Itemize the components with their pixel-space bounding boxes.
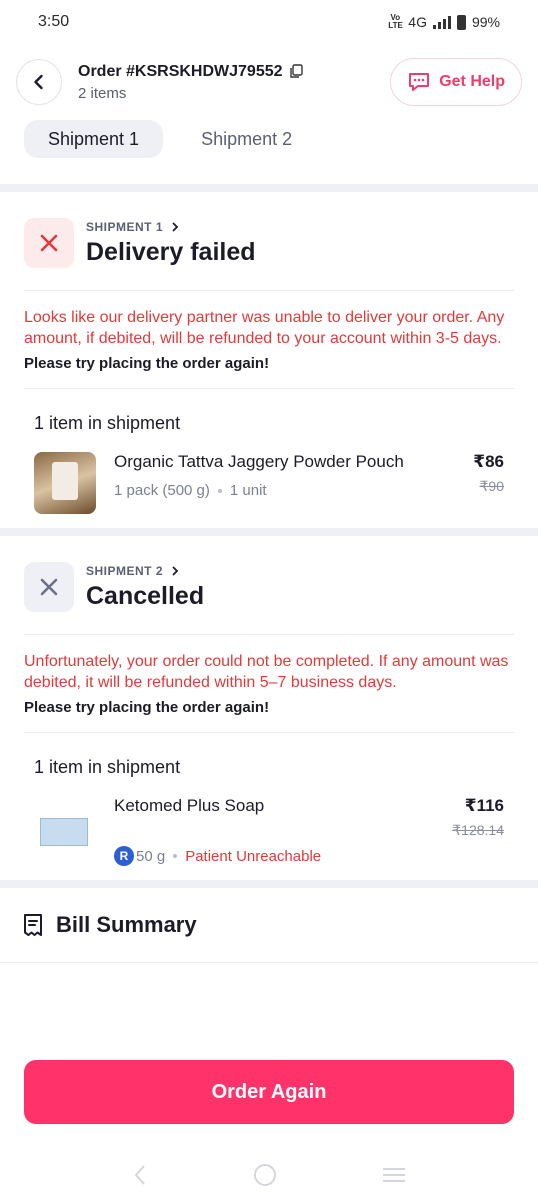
items-heading: 1 item in shipment bbox=[34, 757, 181, 777]
retry-message: Please try placing the order again! bbox=[24, 355, 270, 372]
tab-shipment-2[interactable]: Shipment 2 bbox=[177, 120, 316, 158]
status-indicators: Vo LTE 4G 99% bbox=[388, 13, 500, 31]
order-id-row: Order #KSRSKHDWJ79552 bbox=[78, 63, 390, 81]
status-bar: 3:50 Vo LTE 4G 99% bbox=[0, 0, 538, 44]
product-name: Ketomed Plus Soap bbox=[114, 796, 265, 815]
cancel-message: Unfortunately, your order could not be c… bbox=[24, 653, 509, 691]
product-details: Organic Tattva Jaggery Powder Pouch 1 pa… bbox=[114, 452, 473, 514]
product-meta: R 50 g Patient Unreachable bbox=[114, 846, 452, 866]
battery-icon bbox=[456, 14, 466, 30]
cancel-reason: Patient Unreachable bbox=[185, 847, 322, 865]
status-icon-box bbox=[24, 218, 74, 268]
list-item[interactable]: Ketomed Plus Soap R 50 g Patient Unreach… bbox=[24, 778, 514, 880]
price-column: ₹86 ₹90 bbox=[473, 452, 504, 514]
chevron-right-icon bbox=[172, 565, 179, 576]
product-mrp: ₹90 bbox=[479, 478, 504, 494]
product-price: ₹86 bbox=[473, 452, 504, 471]
separator-dot bbox=[173, 854, 178, 858]
product-pack: 1 pack (500 g) bbox=[114, 482, 210, 499]
product-name: Organic Tattva Jaggery Powder Pouch bbox=[114, 452, 404, 471]
bill-summary-label: Bill Summary bbox=[56, 912, 197, 937]
shipment-label-text: SHIPMENT 1 bbox=[86, 219, 164, 234]
shipment-message: Unfortunately, your order could not be c… bbox=[24, 635, 514, 733]
order-header: Order #KSRSKHDWJ79552 2 items Get Help bbox=[0, 44, 538, 120]
shipment-label-text: SHIPMENT 2 bbox=[86, 563, 164, 578]
order-item-count: 2 items bbox=[78, 84, 127, 102]
shipment-card-1: SHIPMENT 1 Delivery failed Looks like ou… bbox=[0, 192, 538, 528]
product-details: Ketomed Plus Soap R 50 g Patient Unreach… bbox=[114, 796, 452, 866]
nav-menu-icon[interactable] bbox=[382, 1165, 406, 1185]
tab-shipment-1[interactable]: Shipment 1 bbox=[24, 120, 164, 158]
section-divider bbox=[0, 184, 538, 192]
product-mrp: ₹128.14 bbox=[452, 822, 504, 838]
rx-icon: R bbox=[114, 846, 134, 866]
shipment-status: Delivery failed bbox=[86, 237, 256, 266]
items-heading: 1 item in shipment bbox=[34, 413, 181, 433]
shipment-header[interactable]: SHIPMENT 1 Delivery failed bbox=[24, 192, 514, 291]
shipment-tabs: Shipment 1 Shipment 2 bbox=[0, 120, 538, 184]
battery-level: 99% bbox=[471, 14, 500, 30]
status-time: 3:50 bbox=[38, 13, 70, 30]
list-item[interactable]: Organic Tattva Jaggery Powder Pouch 1 pa… bbox=[24, 434, 514, 528]
bill-summary-section[interactable]: Bill Summary bbox=[0, 888, 538, 963]
price-column: ₹116 ₹128.14 bbox=[452, 796, 504, 866]
chevron-right-icon bbox=[172, 221, 179, 232]
signal-icon bbox=[432, 15, 451, 29]
product-image bbox=[34, 796, 96, 858]
chat-icon bbox=[409, 73, 430, 91]
order-again-button[interactable]: Order Again bbox=[24, 1060, 514, 1124]
nav-back-icon[interactable] bbox=[132, 1164, 148, 1186]
status-icon-box bbox=[24, 562, 74, 612]
shipment-titles: SHIPMENT 1 Delivery failed bbox=[86, 220, 256, 267]
close-icon bbox=[40, 578, 58, 596]
section-divider bbox=[0, 880, 538, 888]
shipment-titles: SHIPMENT 2 Cancelled bbox=[86, 564, 204, 611]
shipment-header[interactable]: SHIPMENT 2 Cancelled bbox=[24, 536, 514, 635]
network-type: 4G bbox=[408, 14, 427, 30]
get-help-label: Get Help bbox=[439, 73, 505, 90]
failure-message: Looks like our delivery partner was unab… bbox=[24, 309, 505, 347]
order-id: Order #KSRSKHDWJ79552 bbox=[78, 62, 283, 80]
nav-home-icon[interactable] bbox=[253, 1163, 277, 1187]
shipment-card-2: SHIPMENT 2 Cancelled Unfortunately, your… bbox=[0, 536, 538, 880]
product-price: ₹116 bbox=[464, 796, 504, 815]
product-qty: 1 unit bbox=[229, 482, 267, 499]
product-meta: 1 pack (500 g) 1 unit bbox=[114, 482, 473, 499]
product-image bbox=[34, 452, 96, 514]
get-help-button[interactable]: Get Help bbox=[390, 58, 522, 106]
shipment-label: SHIPMENT 2 bbox=[86, 564, 204, 578]
close-icon bbox=[40, 234, 58, 252]
order-info: Order #KSRSKHDWJ79552 2 items bbox=[78, 63, 390, 102]
product-pack: 50 g bbox=[136, 847, 166, 865]
separator-dot bbox=[217, 488, 222, 493]
volte-indicator: Vo LTE bbox=[388, 13, 403, 30]
system-nav-bar bbox=[0, 1150, 538, 1200]
retry-message: Please try placing the order again! bbox=[24, 699, 270, 716]
shipment-label: SHIPMENT 1 bbox=[86, 220, 256, 234]
chevron-left-icon bbox=[34, 74, 43, 90]
shipment-status: Cancelled bbox=[86, 581, 205, 610]
back-button[interactable] bbox=[16, 59, 62, 105]
receipt-icon bbox=[24, 914, 42, 936]
section-divider bbox=[0, 528, 538, 536]
shipment-message: Looks like our delivery partner was unab… bbox=[24, 291, 514, 389]
copy-icon[interactable] bbox=[289, 64, 304, 79]
